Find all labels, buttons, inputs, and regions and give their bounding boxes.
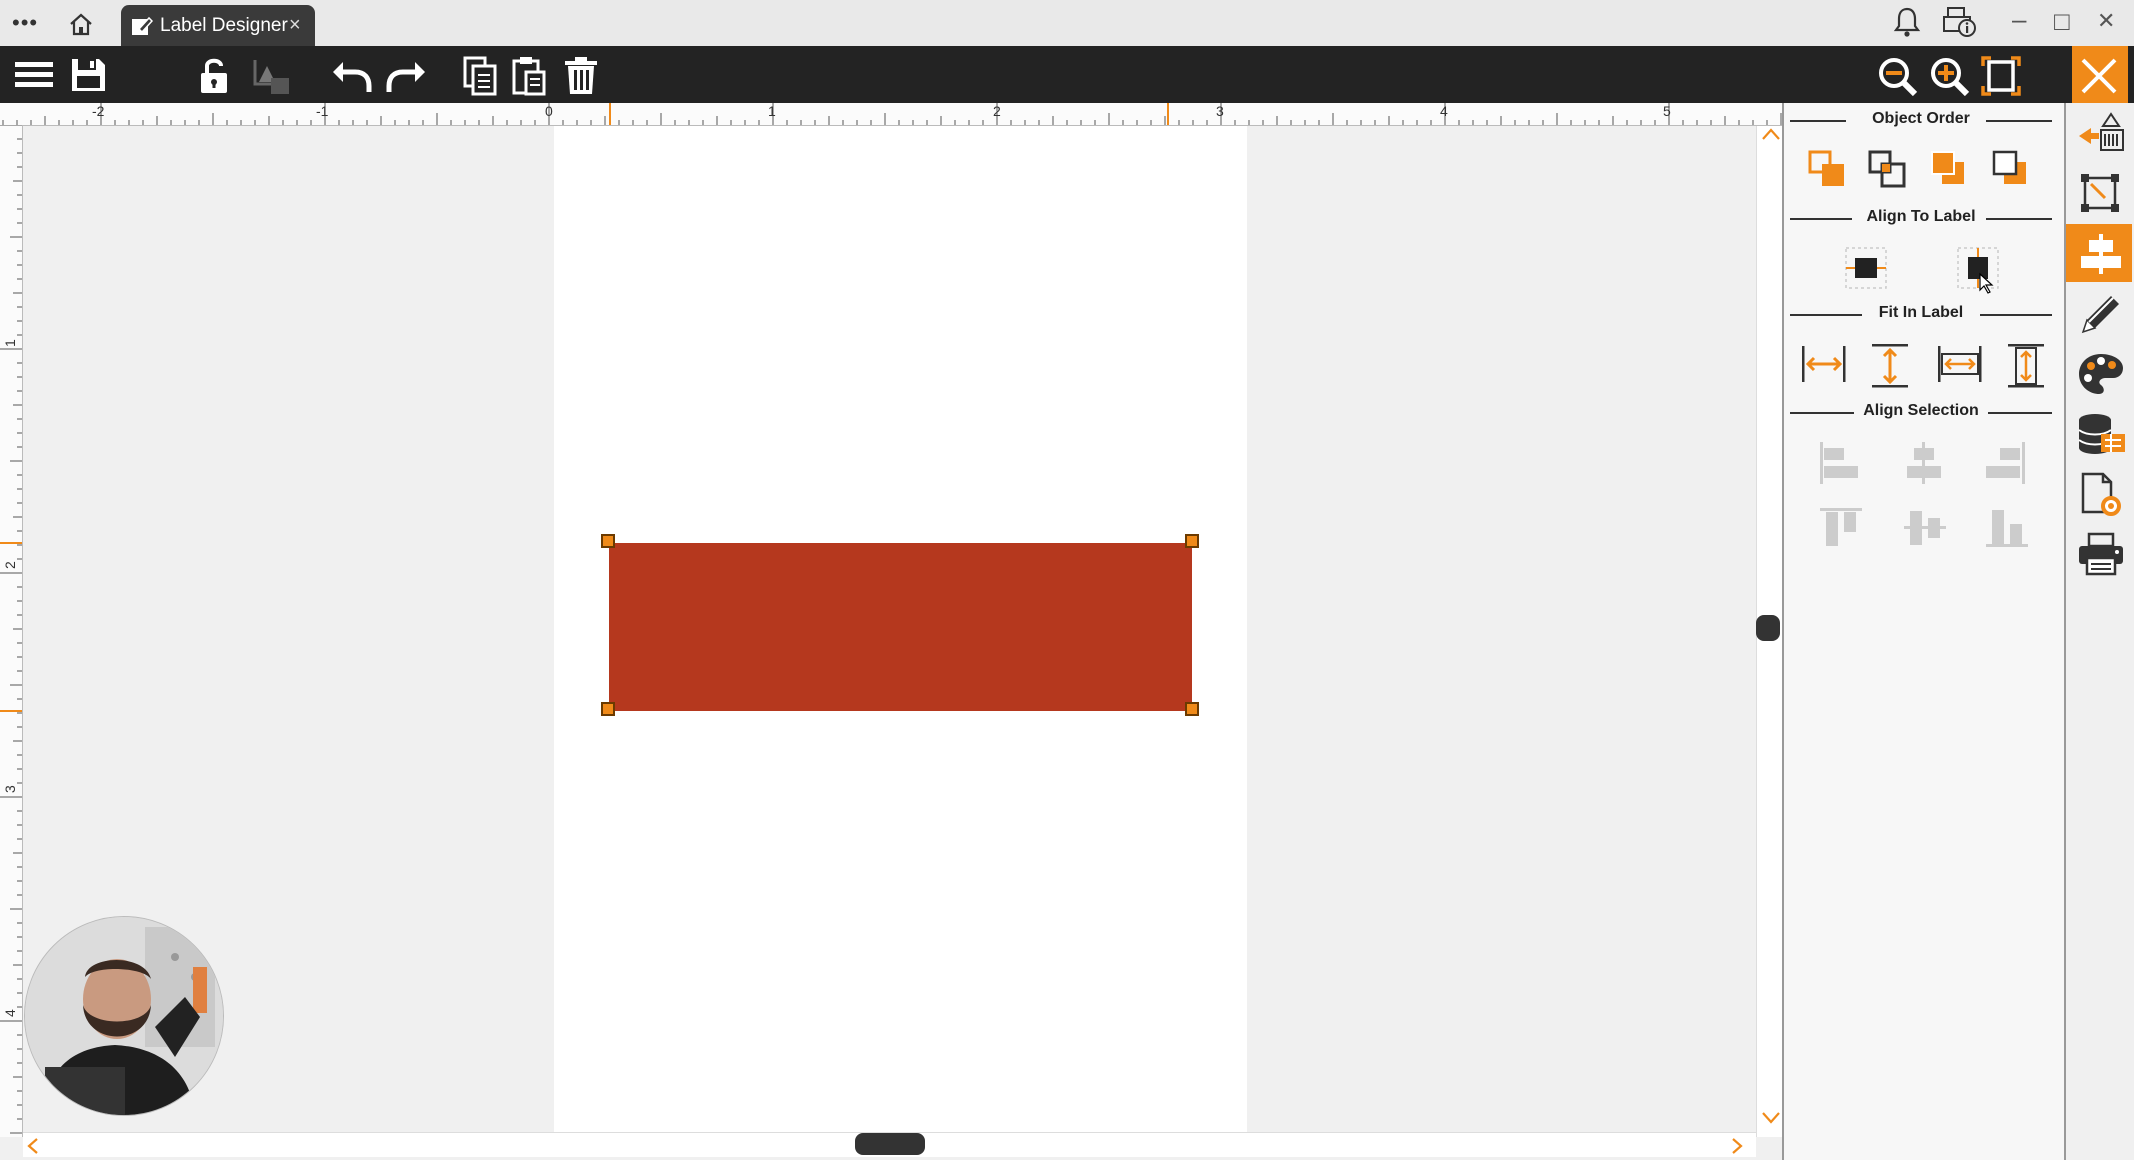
ruler-label: 0 [545, 103, 553, 119]
resize-handle-bottom-left[interactable] [601, 702, 615, 716]
stretch-height-icon[interactable] [1996, 334, 2052, 390]
resize-handle-top-right[interactable] [1185, 534, 1199, 548]
save-icon[interactable] [64, 46, 114, 103]
send-to-back-icon[interactable] [1982, 140, 2038, 196]
section-title: Fit In Label [1878, 304, 1964, 321]
align-bottom-icon[interactable] [1976, 498, 2032, 554]
section-title: Align To Label [1866, 208, 1976, 225]
scroll-right-icon[interactable] [1729, 1137, 1745, 1155]
paste-icon[interactable] [506, 46, 556, 103]
print-icon[interactable] [2066, 524, 2132, 582]
presenter-video-image [25, 917, 223, 1115]
color-palette-icon[interactable] [2066, 344, 2132, 402]
fit-width-icon[interactable] [1792, 334, 1848, 390]
center-vertically-icon[interactable] [1948, 238, 2004, 294]
zoom-out-icon[interactable] [1872, 46, 1922, 103]
alignment-icon[interactable] [2066, 224, 2132, 282]
bring-to-front-icon[interactable] [1920, 140, 1976, 196]
database-icon[interactable] [2066, 404, 2132, 462]
webcam-overlay [24, 916, 224, 1116]
label-settings-icon[interactable] [2066, 464, 2132, 522]
scroll-left-icon[interactable] [25, 1137, 41, 1155]
ruler-label: 1 [768, 103, 776, 119]
horizontal-ruler: -2 -1 0 1 2 3 4 5 [0, 103, 1782, 126]
group-objects-icon[interactable] [246, 46, 296, 103]
properties-panel [1782, 103, 2066, 1160]
section-object-order: Object Order [1790, 110, 2052, 130]
resize-handle-top-left[interactable] [601, 534, 615, 548]
ruler-label: -1 [316, 103, 329, 119]
ruler-label: 4 [2, 1009, 18, 1017]
resize-handle-bottom-right[interactable] [1185, 702, 1199, 716]
hamburger-menu-icon[interactable] [8, 46, 58, 103]
align-middle-icon[interactable] [1894, 498, 1950, 554]
lock-open-icon[interactable] [190, 46, 240, 103]
section-fit-in-label: Fit In Label [1790, 304, 2052, 324]
vertical-ruler: 1 2 3 4 [0, 125, 23, 1137]
close-designer-icon[interactable] [2072, 46, 2128, 103]
transform-icon[interactable] [2066, 164, 2132, 222]
send-backward-icon[interactable] [1858, 140, 1914, 196]
delete-icon[interactable] [558, 46, 608, 103]
copy-icon[interactable] [456, 46, 506, 103]
minimize-button[interactable]: – [2012, 4, 2026, 35]
horizontal-ruler-ticks [2, 103, 1782, 125]
section-align-selection: Align Selection [1790, 402, 2052, 422]
toolbar [0, 46, 2134, 103]
ruler-label: 2 [2, 561, 18, 569]
ruler-label: 3 [2, 785, 18, 793]
maximize-button[interactable]: □ [2054, 6, 2070, 37]
tab-title: Label Designer [160, 15, 288, 36]
align-top-icon[interactable] [1810, 498, 1866, 554]
tab-label-designer[interactable]: Label Designer × [121, 5, 315, 46]
bell-icon[interactable] [1892, 6, 1922, 38]
fit-to-window-icon[interactable] [1976, 46, 2026, 103]
tab-close-icon[interactable]: × [289, 14, 301, 37]
ruler-label: 5 [1663, 103, 1671, 119]
zoom-in-icon[interactable] [1924, 46, 1974, 103]
window-close-button[interactable]: ✕ [2097, 8, 2115, 34]
section-align-to-label: Align To Label [1790, 208, 2052, 228]
bring-forward-icon[interactable] [1798, 140, 1854, 196]
undo-icon[interactable] [326, 46, 376, 103]
design-canvas[interactable] [23, 126, 1755, 1136]
vertical-scroll-thumb[interactable] [1756, 615, 1780, 641]
align-left-icon[interactable] [1810, 432, 1866, 488]
section-title: Object Order [1872, 110, 1970, 127]
ruler-label: 3 [1216, 103, 1224, 119]
align-center-icon[interactable] [1894, 432, 1950, 488]
more-horizontal-icon[interactable]: ••• [12, 10, 38, 36]
ruler-label: 2 [993, 103, 1001, 119]
title-bar: ••• Label Designer × – □ ✕ [0, 0, 2134, 46]
redo-icon[interactable] [380, 46, 430, 103]
ruler-label: 1 [2, 339, 18, 347]
add-objects-icon[interactable] [2066, 104, 2132, 162]
scroll-down-icon[interactable] [1761, 1110, 1781, 1126]
ruler-label: -2 [92, 103, 105, 119]
align-right-icon[interactable] [1976, 432, 2032, 488]
vertical-ruler-ticks [0, 125, 22, 1134]
center-horizontally-icon[interactable] [1836, 238, 1892, 294]
fit-height-icon[interactable] [1860, 334, 1916, 390]
selected-rectangle-shape[interactable] [609, 543, 1192, 711]
edit-pencil-icon[interactable] [2066, 284, 2132, 342]
scroll-up-icon[interactable] [1761, 126, 1781, 142]
edit-label-icon [132, 16, 153, 35]
printer-info-icon[interactable] [1942, 6, 1978, 38]
section-title: Align Selection [1863, 402, 1979, 419]
stretch-width-icon[interactable] [1928, 334, 1984, 390]
ruler-label: 4 [1440, 103, 1448, 119]
home-icon[interactable] [68, 12, 94, 36]
horizontal-scroll-thumb[interactable] [855, 1133, 925, 1155]
